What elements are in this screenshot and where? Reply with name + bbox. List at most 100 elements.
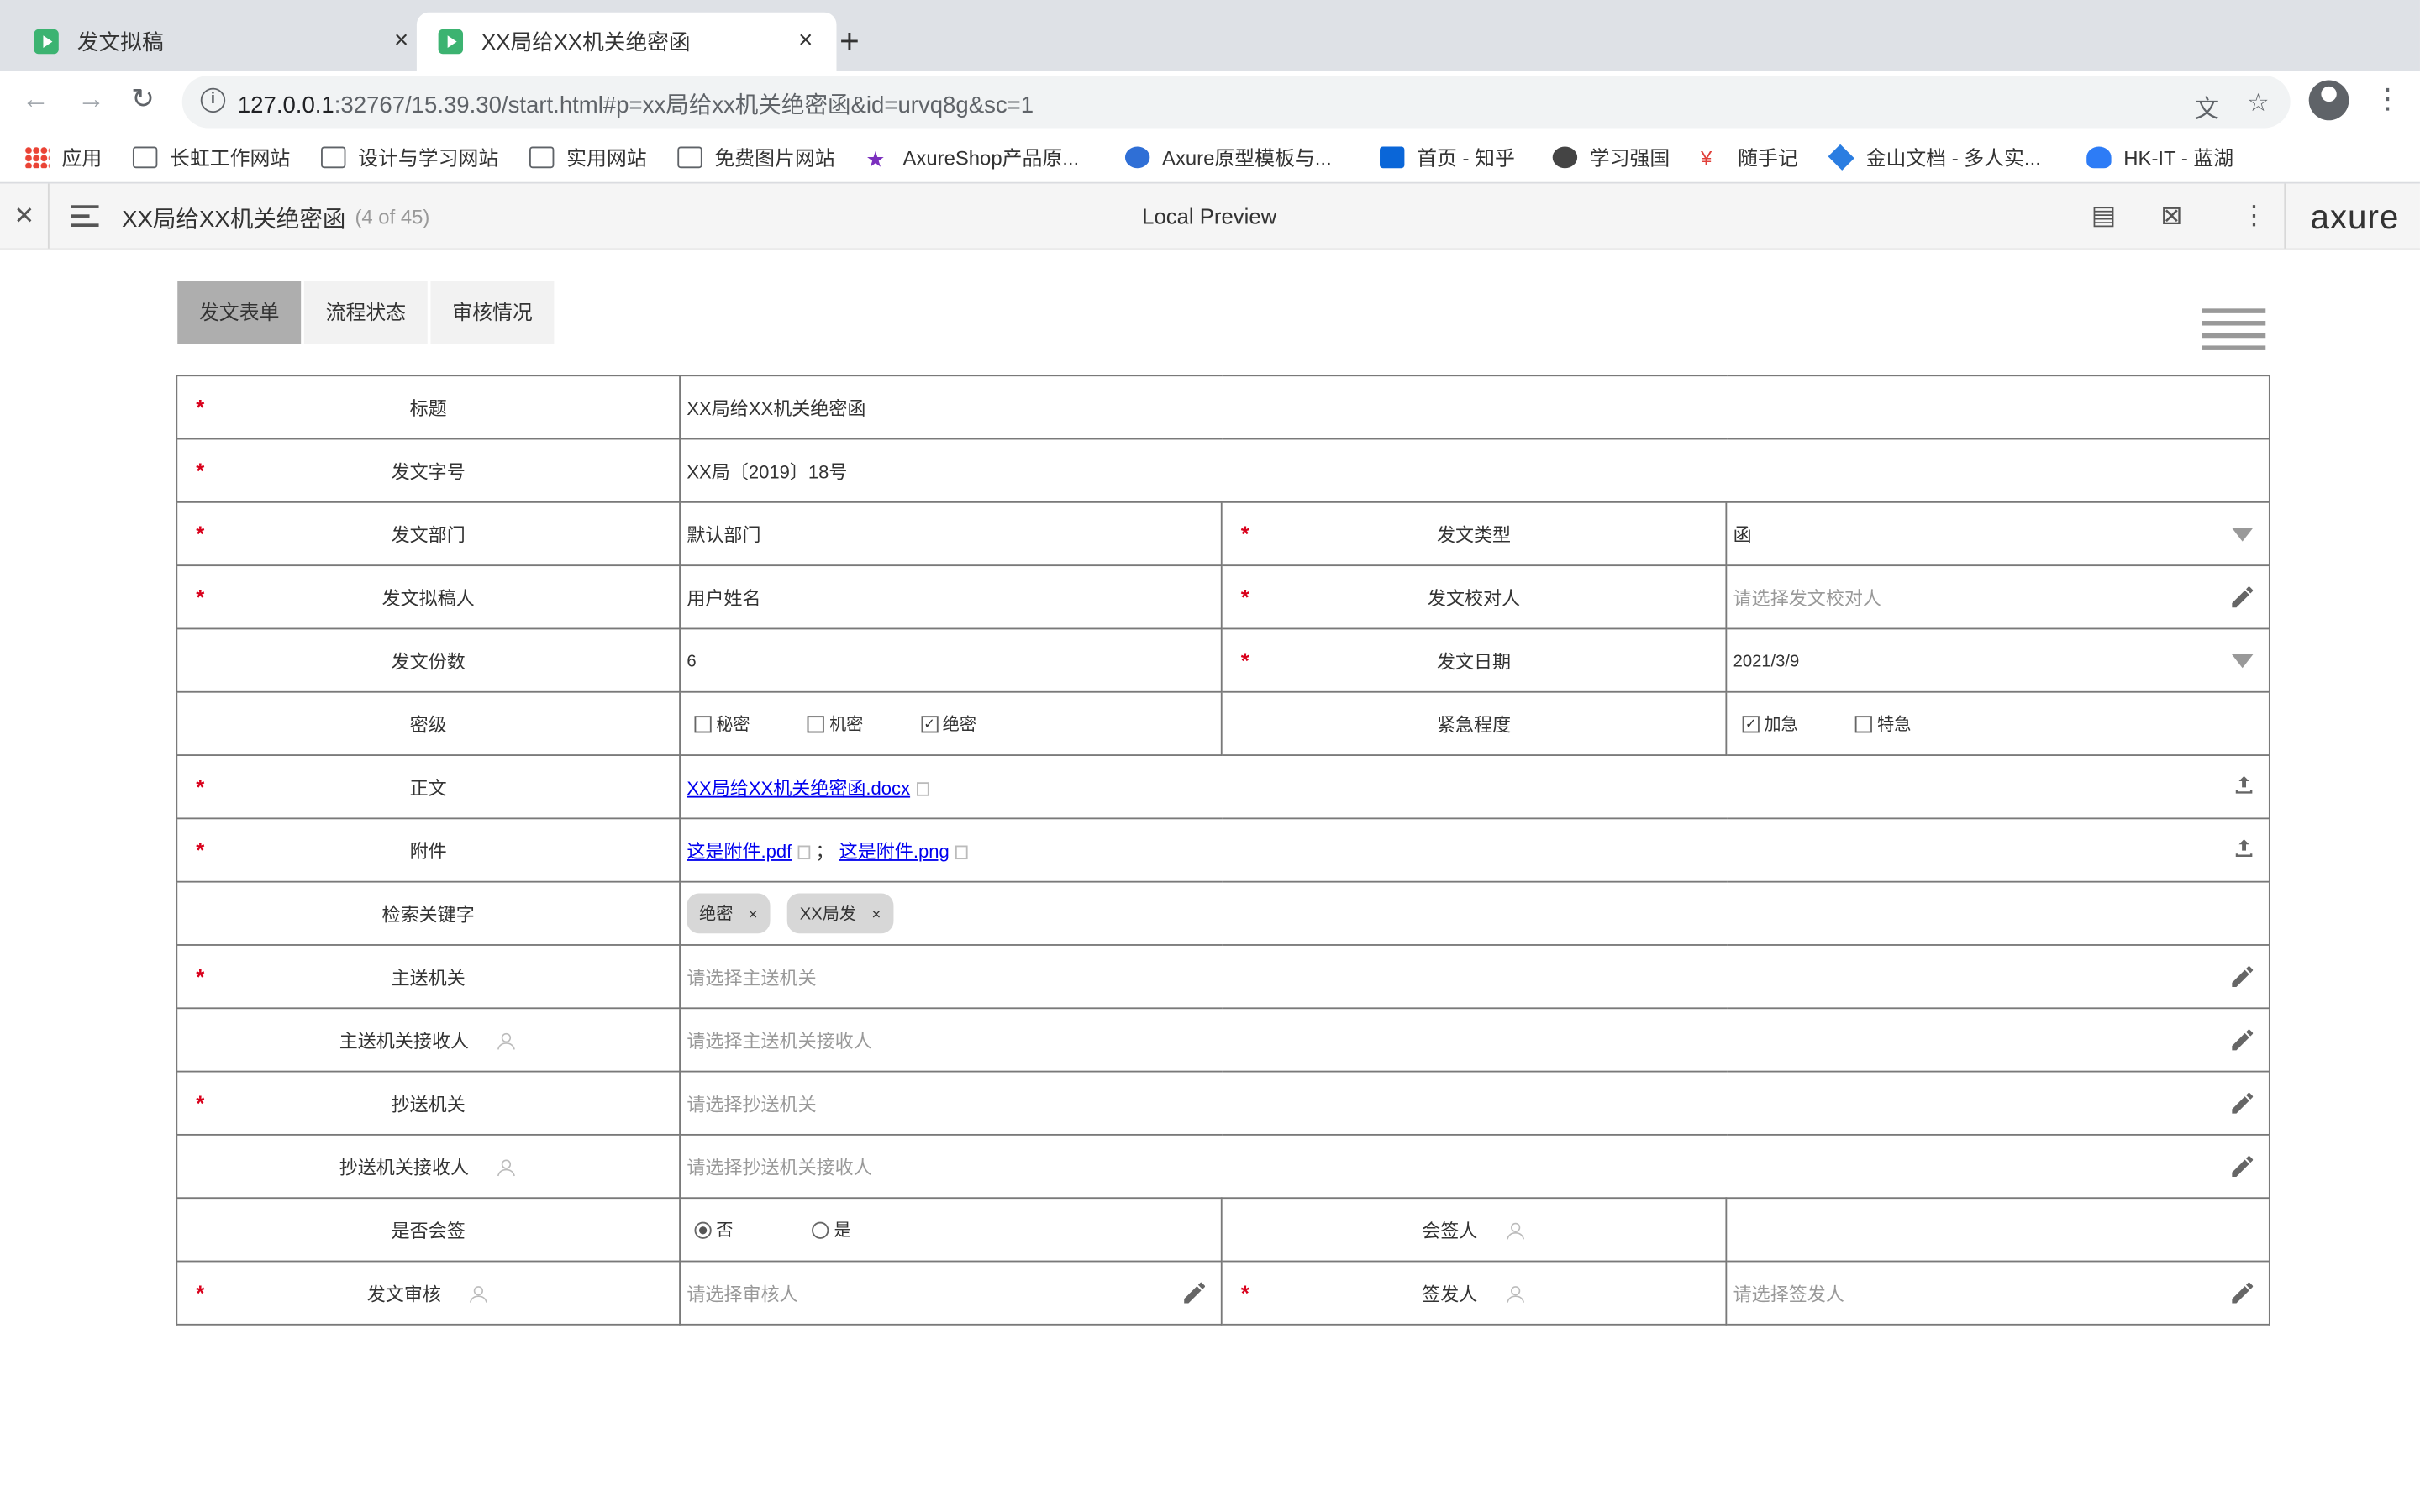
upload-icon[interactable] (2232, 773, 2256, 797)
chip-remove-icon[interactable]: × (749, 907, 758, 924)
main-recv-field[interactable]: 请选择主送机关接收人 (679, 1007, 2270, 1073)
tab-review-status[interactable]: 审核情况 (430, 281, 555, 344)
pencil-edit-icon[interactable] (2228, 1026, 2256, 1053)
pencil-edit-icon[interactable] (2228, 963, 2256, 990)
browser-tab-draft[interactable]: 发文拟稿 × (13, 13, 433, 71)
form-row-review: * 发文审核 请选择审核人 * 签发人 请选择签发人 (176, 1260, 2270, 1326)
profile-avatar-icon[interactable] (2308, 80, 2349, 121)
pencil-edit-icon[interactable] (2228, 1279, 2256, 1307)
main-org-field[interactable]: 请选择主送机关 (679, 944, 2270, 1010)
bookmark-folder[interactable]: 实用网站 (529, 142, 647, 171)
dept-label-cell: * 发文部门 (176, 501, 681, 567)
proofer-field[interactable]: 请选择发文校对人 (1725, 564, 2270, 630)
content-tabs: 发文表单 流程状态 审核情况 (177, 281, 557, 344)
bookmark-axureshop[interactable]: ★ AxureShop产品原... (865, 142, 1079, 171)
address-bar[interactable]: i 127.0.0.1:32767/15.39.30/start.html#p=… (182, 75, 2291, 129)
radio-no[interactable]: 否 (694, 1217, 733, 1242)
field-placeholder: 请选择抄送机关接收人 (687, 1156, 872, 1179)
tab-flow-status[interactable]: 流程状态 (303, 281, 428, 344)
pencil-edit-icon[interactable] (2228, 583, 2256, 611)
list-view-icon[interactable] (2202, 308, 2266, 360)
radio-yes[interactable]: 是 (812, 1217, 851, 1242)
tab-form[interactable]: 发文表单 (177, 281, 302, 344)
bookmark-suishouji[interactable]: ¥ 随手记 (1701, 142, 1798, 171)
upload-icon[interactable] (2232, 836, 2256, 860)
field-label: 密级 (409, 713, 447, 736)
notes-icon[interactable]: ▤ (2091, 201, 2117, 232)
field-label: 抄送机关 (391, 1093, 466, 1116)
docno-field[interactable]: XX局〔2019〕18号 (679, 438, 2270, 503)
divider (2284, 183, 2286, 249)
type-label-cell: * 发文类型 (1220, 501, 1728, 567)
cosigner-label-cell: 会签人 (1220, 1197, 1728, 1263)
required-mark: * (196, 1280, 205, 1305)
browser-tab-active[interactable]: XX局给XX机关绝密函 × (416, 12, 837, 71)
chip-remove-icon[interactable]: × (872, 907, 881, 924)
title-field[interactable]: XX局给XX机关绝密函 (679, 375, 2270, 440)
forward-arrow-icon[interactable]: → (77, 83, 105, 116)
required-mark: * (196, 585, 205, 610)
back-arrow-icon[interactable]: ← (22, 83, 50, 116)
page-title: XX局给XX机关绝密函 (122, 207, 346, 234)
date-picker[interactable]: 2021/3/9 (1725, 627, 2270, 693)
bookmark-folder[interactable]: 免费图片网站 (677, 142, 835, 171)
bookmark-zhihu[interactable]: 首页 - 知乎 (1380, 142, 1515, 171)
bookmark-xuexi[interactable]: 学习强国 (1552, 142, 1670, 171)
preview-label: Local Preview (1142, 203, 1277, 228)
bookmarks-bar: 应用 长虹工作网站 设计与学习网站 实用网站 免费图片网站 ★ AxureShop… (0, 132, 2420, 184)
attachment-link[interactable]: 这是附件.png (839, 840, 950, 862)
hamburger-menu-icon[interactable] (71, 205, 99, 227)
more-options-icon[interactable]: ⋮ (2241, 201, 2267, 232)
copies-field[interactable]: 6 (679, 627, 1223, 693)
folder-icon (132, 145, 158, 168)
drafter-field[interactable]: 用户姓名 (679, 564, 1223, 630)
close-icon[interactable]: ✕ (14, 201, 35, 232)
yen-logo-icon: ¥ (1701, 145, 1712, 170)
site-info-icon[interactable]: i (200, 87, 226, 113)
cc-org-field[interactable]: 请选择抄送机关 (679, 1070, 2270, 1136)
attachment-link[interactable]: 这是附件.pdf (687, 840, 792, 862)
bookmark-apps[interactable]: 应用 (24, 142, 102, 171)
tab-close-icon[interactable]: × (389, 28, 413, 55)
reload-icon[interactable]: ↻ (131, 83, 155, 116)
body-file-link[interactable]: XX局给XX机关绝密函.docx (687, 777, 910, 799)
globe-icon (1552, 145, 1578, 168)
main-recv-label-cell: 主送机关接收人 (176, 1007, 681, 1073)
star-bookmark-icon[interactable]: ☆ (2247, 88, 2269, 119)
translate-icon[interactable]: 文 (2195, 88, 2219, 125)
bookmark-folder[interactable]: 长虹工作网站 (132, 142, 290, 171)
title-label-cell: * 标题 (176, 375, 681, 440)
dropdown-arrow-icon[interactable] (2231, 528, 2254, 542)
pencil-edit-icon[interactable] (2228, 1152, 2256, 1180)
browser-menu-icon[interactable]: ⋮ (2374, 83, 2402, 116)
cosigner-field[interactable] (1725, 1197, 2270, 1263)
checkbox-urgent[interactable]: ✓ 加急 (1742, 711, 1798, 736)
field-label: 标题 (409, 396, 447, 419)
field-placeholder: 请选择主送机关接收人 (687, 1029, 872, 1052)
checkbox-top-secret[interactable]: ✓ 绝密 (920, 711, 976, 736)
new-tab-icon[interactable]: + (839, 22, 860, 62)
tab-close-icon[interactable]: × (793, 28, 818, 55)
form-row-cc-recv: 抄送机关接收人 请选择抄送机关接收人 (176, 1133, 2270, 1200)
adaptive-view-icon[interactable]: ⊠ (2160, 201, 2182, 232)
cc-recv-field[interactable]: 请选择抄送机关接收人 (679, 1133, 2270, 1200)
bookmark-folder[interactable]: 设计与学习网站 (321, 142, 498, 171)
type-select[interactable]: 函 (1725, 501, 2270, 567)
checkbox-extra-urgent[interactable]: 特急 (1855, 711, 1911, 736)
bookmark-lanhu[interactable]: HK-IT - 蓝湖 (2086, 142, 2233, 171)
file-icon (797, 845, 811, 859)
review-field[interactable]: 请选择审核人 (679, 1260, 1223, 1326)
dropdown-arrow-icon[interactable] (2231, 654, 2254, 669)
keywords-field[interactable]: 绝密 × XX局发 × (679, 880, 2270, 946)
pencil-edit-icon[interactable] (1181, 1279, 1208, 1307)
required-mark: * (196, 1090, 205, 1116)
checkbox-confidential[interactable]: 机密 (808, 711, 863, 736)
url-text[interactable]: 127.0.0.1:32767/15.39.30/start.html#p=xx… (238, 88, 1034, 121)
issuer-field[interactable]: 请选择签发人 (1725, 1260, 2270, 1326)
checkbox-secret[interactable]: 秘密 (694, 711, 750, 736)
dept-field[interactable]: 默认部门 (679, 501, 1223, 567)
field-label: 发文拟稿人 (381, 586, 475, 609)
pencil-edit-icon[interactable] (2228, 1089, 2256, 1117)
bookmark-axure-template[interactable]: Axure原型模板与... (1124, 142, 1332, 171)
bookmark-kdocs[interactable]: 金山文档 - 多人实... (1828, 142, 2041, 171)
